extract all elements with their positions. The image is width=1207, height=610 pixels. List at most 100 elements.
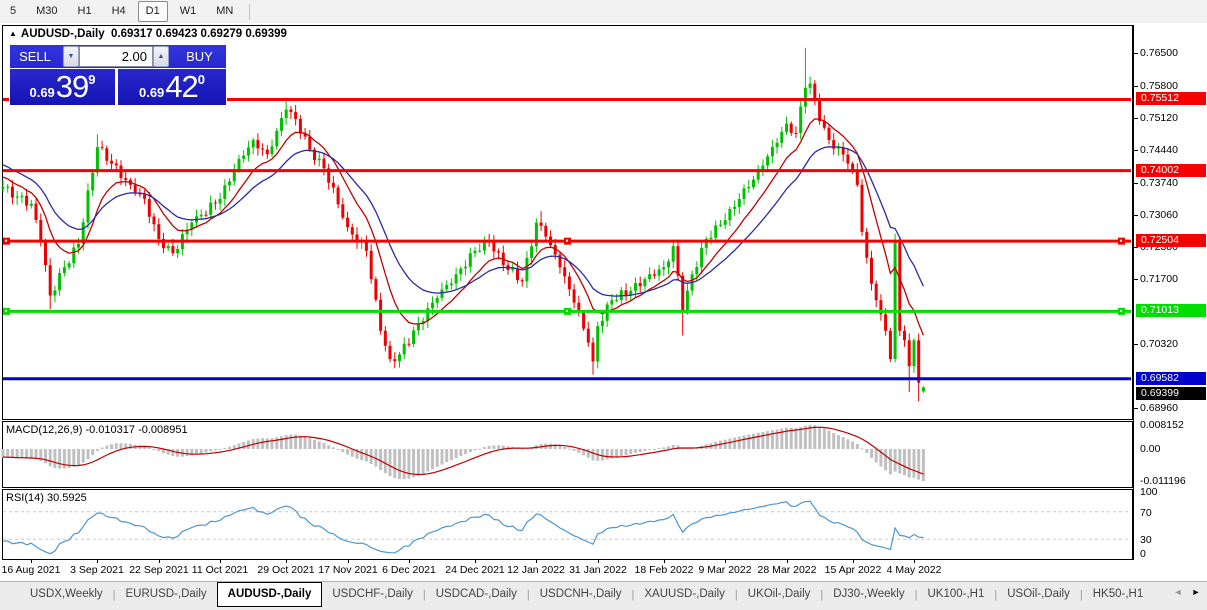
timeframe-button-5[interactable]: 5: [2, 1, 24, 22]
price-line-badge: 0.69582: [1136, 372, 1206, 385]
rsi-axis-label: 70: [1140, 507, 1152, 519]
date-tick-mark: [220, 560, 221, 563]
date-tick-label: 18 Feb 2022: [635, 564, 694, 576]
timeframe-button-d1[interactable]: D1: [138, 1, 168, 22]
buy-price-display[interactable]: 0.69 42 0: [118, 69, 226, 105]
price-tick-label: 0.73060: [1140, 209, 1178, 221]
price-tick-label: 0.71700: [1140, 273, 1178, 285]
price-tick-label: 0.74440: [1140, 144, 1178, 156]
sell-price-pip: 9: [88, 72, 95, 87]
price-tick-label: 0.73740: [1140, 177, 1178, 189]
price-tick-mark: [1134, 183, 1138, 184]
date-tick-label: 3 Sep 2021: [70, 564, 124, 576]
macd-axis-label: 0.00: [1140, 443, 1160, 455]
buy-price-pip: 0: [198, 72, 205, 87]
date-tick-label: 6 Dec 2021: [382, 564, 436, 576]
date-tick-label: 31 Jan 2022: [569, 564, 627, 576]
date-tick-mark: [31, 560, 32, 563]
price-tick-mark: [1134, 247, 1138, 248]
tabs-scroll-left-icon[interactable]: ◄: [1171, 587, 1185, 597]
tab-usdcad-daily[interactable]: USDCAD-,Daily: [426, 583, 527, 606]
date-tick-label: 15 Apr 2022: [825, 564, 882, 576]
date-tick-mark: [664, 560, 665, 563]
tab-xauusd-daily[interactable]: XAUUSD-,Daily: [634, 583, 735, 606]
rsi-axis-label: 30: [1140, 534, 1152, 546]
price-tick-label: 0.75120: [1140, 112, 1178, 124]
buy-price-prefix: 0.69: [139, 85, 164, 100]
price-tick-mark: [1134, 215, 1138, 216]
date-tick-mark: [475, 560, 476, 563]
date-tick-label: 16 Aug 2021: [2, 564, 61, 576]
tab-ukoil-daily[interactable]: UKOil-,Daily: [738, 583, 821, 606]
tab-usdx-weekly[interactable]: USDX,Weekly: [20, 583, 113, 606]
price-line-badge: 0.74002: [1136, 164, 1206, 177]
date-tick-label: 29 Oct 2021: [257, 564, 314, 576]
chart-ohlc-values: 0.69317 0.69423 0.69279 0.69399: [111, 28, 287, 40]
tab-dj30-weekly[interactable]: DJ30-,Weekly: [823, 583, 914, 606]
trade-buttons-row: SELL ▼ 2.00 ▲ BUY: [10, 45, 226, 69]
tabs-scroll-right-icon[interactable]: ►: [1189, 587, 1203, 597]
price-box-divider: [115, 69, 118, 105]
date-tick-mark: [725, 560, 726, 563]
toolbar-separator: [249, 4, 250, 20]
date-tick-mark: [914, 560, 915, 563]
timeframe-toolbar: 5M30H1H4D1W1MN: [0, 0, 1207, 24]
volume-increase-button[interactable]: ▲: [153, 46, 169, 67]
one-click-trading-widget: SELL ▼ 2.00 ▲ BUY 0.69 39 9 0.69 42 0: [10, 45, 226, 105]
price-tick-mark: [1134, 118, 1138, 119]
price-line-badge: 0.75512: [1136, 92, 1206, 105]
mt4-terminal: 5M30H1H4D1W1MN ▲ AUDUSD-,Daily 0.69317 0.…: [0, 0, 1207, 610]
timeframe-button-w1[interactable]: W1: [172, 1, 205, 22]
date-tick-mark: [787, 560, 788, 563]
sell-price-display[interactable]: 0.69 39 9: [10, 69, 115, 105]
price-tick-label: 0.76500: [1140, 47, 1178, 59]
date-tick-mark: [159, 560, 160, 563]
timeframe-button-h1[interactable]: H1: [70, 1, 100, 22]
tab-audusd-daily[interactable]: AUDUSD-,Daily: [217, 582, 323, 607]
date-tick-label: 11 Oct 2021: [192, 564, 248, 576]
rsi-label: RSI(14) 30.5925: [6, 492, 87, 504]
chart-title: ▲ AUDUSD-,Daily 0.69317 0.69423 0.69279 0…: [9, 28, 287, 40]
rsi-axis-label: 100: [1140, 486, 1158, 498]
timeframe-button-h4[interactable]: H4: [104, 1, 134, 22]
tab-uk100-h1[interactable]: UK100-,H1: [917, 583, 994, 606]
price-tick-mark: [1134, 279, 1138, 280]
buy-price-big: 42: [165, 70, 197, 104]
price-line-badge: 0.71013: [1136, 304, 1206, 317]
date-tick-mark: [409, 560, 410, 563]
timeframe-button-mn[interactable]: MN: [208, 1, 241, 22]
macd-label: MACD(12,26,9) -0.010317 -0.008951: [6, 424, 188, 436]
price-tick-label: 0.70320: [1140, 338, 1178, 350]
date-tick-mark: [853, 560, 854, 563]
date-tick-label: 22 Sep 2021: [129, 564, 189, 576]
tab-usdcnh-daily[interactable]: USDCNH-,Daily: [530, 583, 632, 606]
date-tick-mark: [598, 560, 599, 563]
chart-window: ▲ AUDUSD-,Daily 0.69317 0.69423 0.69279 0…: [0, 23, 1207, 581]
tab-hk50-h1[interactable]: HK50-,H1: [1083, 583, 1154, 606]
volume-decrease-button[interactable]: ▼: [63, 46, 79, 67]
current-price-badge: 0.69399: [1136, 387, 1206, 400]
timeframe-button-m30[interactable]: M30: [28, 1, 65, 22]
sell-button[interactable]: SELL: [10, 45, 60, 68]
tab-usdchf-daily[interactable]: USDCHF-,Daily: [322, 583, 423, 606]
collapse-arrow-icon[interactable]: ▲: [9, 29, 17, 38]
volume-input[interactable]: 2.00: [79, 46, 153, 67]
rsi-panel[interactable]: [2, 489, 1133, 560]
price-tick-label: 0.68960: [1140, 402, 1178, 414]
date-tick-label: 9 Mar 2022: [698, 564, 751, 576]
sell-price-prefix: 0.69: [29, 85, 54, 100]
price-tick-mark: [1134, 150, 1138, 151]
price-tick-mark: [1134, 53, 1138, 54]
date-tick-label: 4 May 2022: [887, 564, 942, 576]
tab-eurusd-daily[interactable]: EURUSD-,Daily: [116, 583, 217, 606]
date-tick-mark: [536, 560, 537, 563]
price-tick-mark: [1134, 408, 1138, 409]
buy-button[interactable]: BUY: [173, 45, 226, 68]
price-tick-mark: [1134, 86, 1138, 87]
chart-symbol-label: AUDUSD-,Daily: [21, 28, 105, 40]
tab-usoil-daily[interactable]: USOil-,Daily: [997, 583, 1080, 606]
macd-axis-label: 0.008152: [1140, 419, 1184, 431]
date-tick-label: 28 Mar 2022: [758, 564, 817, 576]
sell-price-big: 39: [56, 70, 88, 104]
price-line-badge: 0.72504: [1136, 234, 1206, 247]
